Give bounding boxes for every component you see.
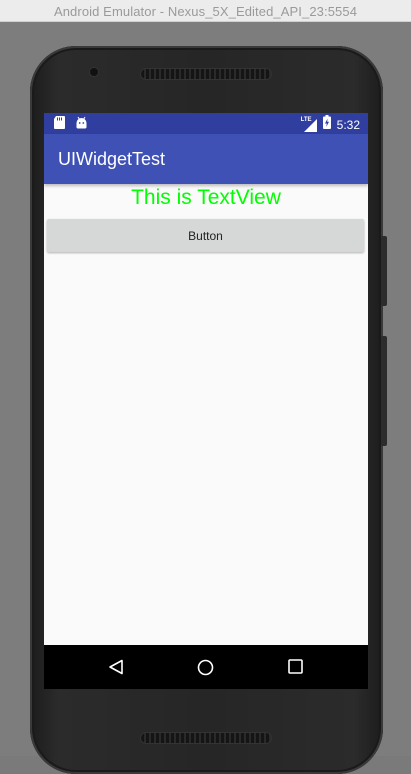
bottom-speaker-grille	[140, 732, 272, 744]
app-title: UIWidgetTest	[58, 149, 166, 169]
home-icon[interactable]	[197, 659, 214, 681]
volume-button[interactable]	[381, 236, 387, 306]
power-button[interactable]	[381, 336, 387, 446]
recents-icon[interactable]	[288, 659, 303, 679]
network-type-label: LTE	[300, 116, 312, 123]
emulator-window: LTE 5:32 UIWidgetTest This is TextView B…	[0, 22, 411, 774]
emulator-title-bar: Android Emulator - Nexus_5X_Edited_API_2…	[0, 0, 411, 22]
device-screen: LTE 5:32 UIWidgetTest This is TextView B…	[44, 113, 368, 689]
android-icon	[75, 116, 88, 134]
button[interactable]: Button	[47, 219, 364, 252]
battery-charging-icon	[322, 115, 331, 134]
back-icon[interactable]	[108, 659, 124, 680]
text-view: This is TextView	[131, 186, 281, 209]
top-speaker-grille	[140, 68, 272, 80]
front-camera	[90, 68, 98, 76]
app-toolbar: UIWidgetTest	[44, 134, 368, 184]
status-bar: LTE 5:32	[44, 113, 368, 134]
sd-card-icon	[54, 116, 65, 134]
window-title: Android Emulator - Nexus_5X_Edited_API_2…	[53, 4, 358, 19]
status-time: 5:32	[336, 117, 360, 132]
navigation-bar	[44, 645, 368, 689]
lte-signal-icon: LTE	[300, 116, 317, 132]
